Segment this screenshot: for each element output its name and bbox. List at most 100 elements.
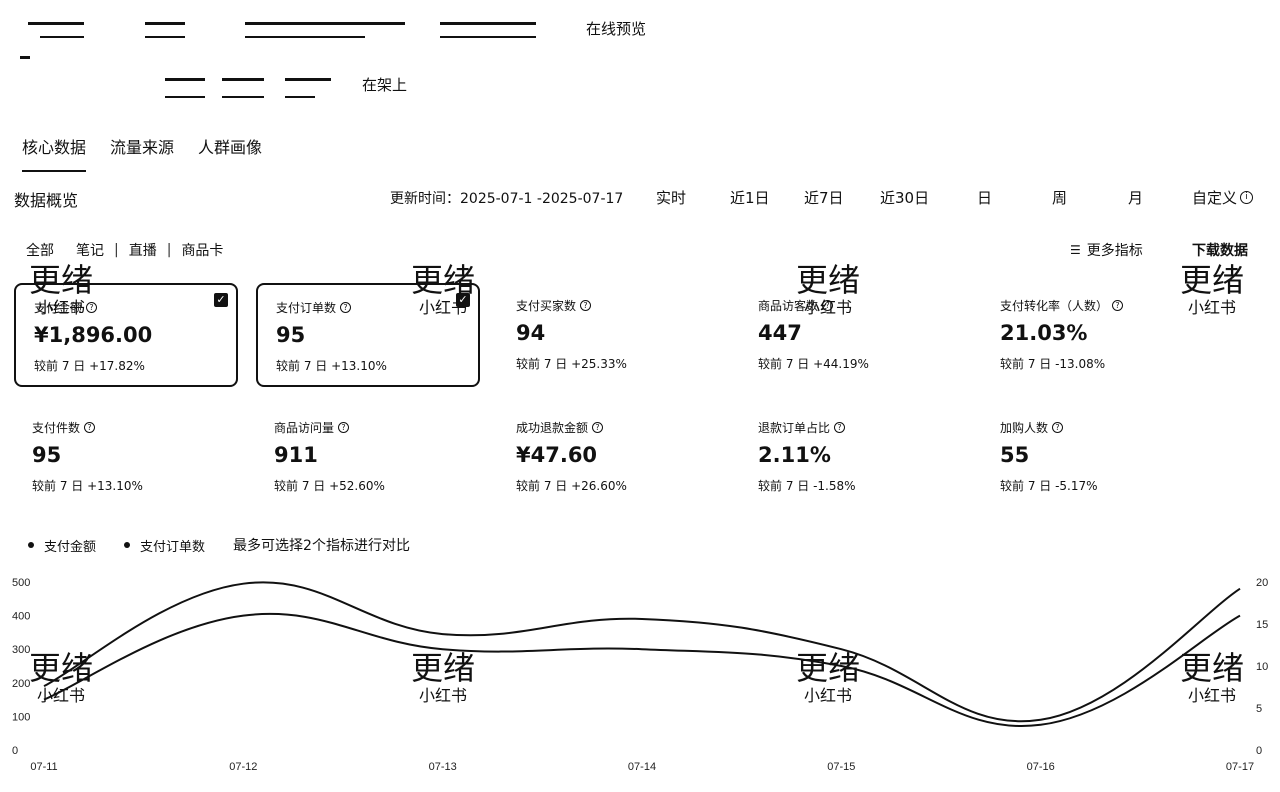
metric-value: 447 — [758, 321, 802, 345]
metric-compare: 较前 7 日 -1.58% — [758, 479, 856, 493]
metric-compare: 较前 7 日 +25.33% — [516, 357, 627, 371]
metric-value: 94 — [516, 321, 546, 345]
filter-note[interactable]: 笔记 — [76, 240, 104, 260]
metric-card-conversion[interactable]: 支付转化率（人数）? 21.03% 较前 7 日 -13.08% — [982, 283, 1206, 387]
x-tick-label: 07-15 — [827, 761, 855, 773]
update-time: 更新时间：2025-07-1 -2025-07-17 — [390, 191, 624, 207]
metric-compare: 较前 7 日 +44.19% — [758, 357, 869, 371]
redacted-text — [28, 22, 84, 25]
metric-name: 支付金额 — [34, 301, 83, 315]
help-icon[interactable]: ? — [1112, 300, 1124, 311]
tab-audience-profile[interactable]: 人群画像 — [198, 134, 262, 172]
metric-value: 95 — [32, 443, 62, 467]
metric-compare: 较前 7 日 +13.10% — [276, 359, 387, 373]
metric-value: ¥47.60 — [516, 443, 598, 467]
metric-name: 支付件数 — [32, 421, 81, 435]
metric-card-page-views[interactable]: 商品访问量? 911 较前 7 日 +52.60% — [256, 405, 480, 509]
metric-value: 95 — [276, 323, 306, 347]
metric-name: 商品访客数 — [758, 299, 819, 313]
redacted-text — [440, 22, 536, 25]
range-week[interactable]: 周 — [1052, 187, 1067, 208]
help-icon[interactable]: ? — [822, 300, 834, 311]
metric-card-visitors[interactable]: 商品访客数? 447 较前 7 日 +44.19% — [740, 283, 964, 387]
redacted-text — [20, 56, 30, 59]
channel-filter: 全部 笔记 | 直播 | 商品卡 — [26, 240, 223, 260]
help-icon[interactable]: ? — [1052, 422, 1064, 433]
x-tick-label: 07-12 — [229, 761, 257, 773]
x-tick-label: 07-14 — [628, 761, 656, 773]
y-left-tick-label: 100 — [12, 711, 30, 723]
range-month[interactable]: 月 — [1128, 187, 1143, 208]
checkbox-checked-icon[interactable]: ✓ — [214, 293, 228, 307]
legend-pay-amount[interactable]: 支付金额 — [28, 536, 96, 555]
y-right-tick-label: 10 — [1256, 661, 1268, 673]
metric-compare: 较前 7 日 +17.82% — [34, 359, 145, 373]
checkbox-checked-icon[interactable]: ✓ — [456, 293, 470, 307]
metric-name: 加购人数 — [1000, 421, 1049, 435]
metric-value: 21.03% — [1000, 321, 1088, 345]
metric-name: 支付订单数 — [276, 301, 337, 315]
filter-all[interactable]: 全部 — [26, 240, 54, 260]
online-preview-link[interactable]: 在线预览 — [586, 18, 646, 39]
redacted-text — [222, 78, 264, 81]
metric-value: 911 — [274, 443, 318, 467]
redacted-text — [245, 36, 365, 38]
metric-name: 支付转化率（人数） — [1000, 299, 1109, 313]
y-left-tick-label: 200 — [12, 678, 30, 690]
help-icon[interactable]: ? — [338, 422, 350, 433]
trend-chart: 500 400 300 200 100 0 20 15 10 5 0 07-11 07-12 07-13 0… — [12, 577, 1268, 773]
redacted-text — [165, 96, 205, 98]
redacted-text — [440, 36, 536, 38]
metric-value: 55 — [1000, 443, 1030, 467]
y-left-tick-label: 400 — [12, 611, 30, 623]
redacted-text — [285, 78, 331, 81]
redacted-text — [285, 96, 315, 98]
x-tick-label: 07-11 — [30, 761, 57, 773]
status-badge: 在架上 — [362, 76, 408, 94]
help-icon[interactable]: ? — [592, 422, 604, 433]
metric-name: 成功退款金额 — [516, 421, 589, 435]
more-metrics-button[interactable]: ☰ 更多指标 — [1070, 240, 1143, 260]
legend-pay-orders[interactable]: 支付订单数 — [124, 536, 205, 555]
filter-settings-icon: ☰ — [1070, 243, 1081, 257]
filter-product-card[interactable]: 商品卡 — [181, 240, 223, 260]
redacted-text — [245, 22, 405, 25]
overview-title: 数据概览 — [14, 191, 79, 210]
range-1d[interactable]: 近1日 — [730, 187, 770, 208]
range-30d[interactable]: 近30日 — [880, 187, 929, 208]
redacted-text — [165, 78, 205, 81]
legend-dot — [124, 542, 131, 548]
x-tick-label: 07-17 — [1226, 761, 1254, 773]
metric-card-refund-amount[interactable]: 成功退款金额? ¥47.60 较前 7 日 +26.60% — [498, 405, 722, 509]
divider: | — [114, 242, 119, 258]
help-icon[interactable]: ? — [834, 422, 846, 433]
metric-card-pay-buyers[interactable]: 支付买家数? 94 较前 7 日 +25.33% — [498, 283, 722, 387]
y-right-tick-label: 0 — [1256, 745, 1262, 757]
help-icon[interactable]: ? — [340, 302, 352, 313]
metric-card-pay-orders[interactable]: 支付订单数? 95 较前 7 日 +13.10% ✓ — [256, 283, 480, 387]
x-tick-label: 07-13 — [429, 761, 457, 773]
download-data-button[interactable]: 下载数据 — [1192, 240, 1248, 260]
tab-traffic-source[interactable]: 流量来源 — [110, 134, 174, 172]
tab-core-data[interactable]: 核心数据 — [22, 134, 87, 172]
help-icon[interactable]: ? — [580, 300, 592, 311]
x-tick-label: 07-16 — [1027, 761, 1055, 773]
help-icon[interactable]: ? — [84, 422, 96, 433]
legend-label: 支付订单数 — [140, 539, 206, 555]
range-day[interactable]: 日 — [977, 187, 992, 208]
help-icon[interactable]: ? — [86, 302, 98, 313]
range-realtime[interactable]: 实时 — [656, 187, 686, 208]
metric-value: ¥1,896.00 — [34, 323, 153, 347]
range-custom[interactable]: 自定义 i — [1192, 187, 1254, 208]
range-7d[interactable]: 近7日 — [804, 187, 844, 208]
metric-compare: 较前 7 日 -13.08% — [1000, 357, 1106, 371]
chart-legend: 支付金额 支付订单数 最多可选择2个指标进行对比 — [28, 535, 410, 555]
y-left-tick-label: 500 — [12, 577, 30, 589]
metric-compare: 较前 7 日 +26.60% — [516, 479, 627, 493]
metric-card-refund-ratio[interactable]: 退款订单占比? 2.11% 较前 7 日 -1.58% — [740, 405, 964, 509]
metric-card-pay-amount[interactable]: 支付金额? ¥1,896.00 较前 7 日 +17.82% ✓ — [14, 283, 238, 387]
metric-card-add-to-cart[interactable]: 加购人数? 55 较前 7 日 -5.17% — [982, 405, 1206, 509]
filter-live[interactable]: 直播 — [129, 240, 157, 260]
metric-card-pay-items[interactable]: 支付件数? 95 较前 7 日 +13.10% — [14, 405, 238, 509]
series-line-1 — [43, 581, 1241, 723]
